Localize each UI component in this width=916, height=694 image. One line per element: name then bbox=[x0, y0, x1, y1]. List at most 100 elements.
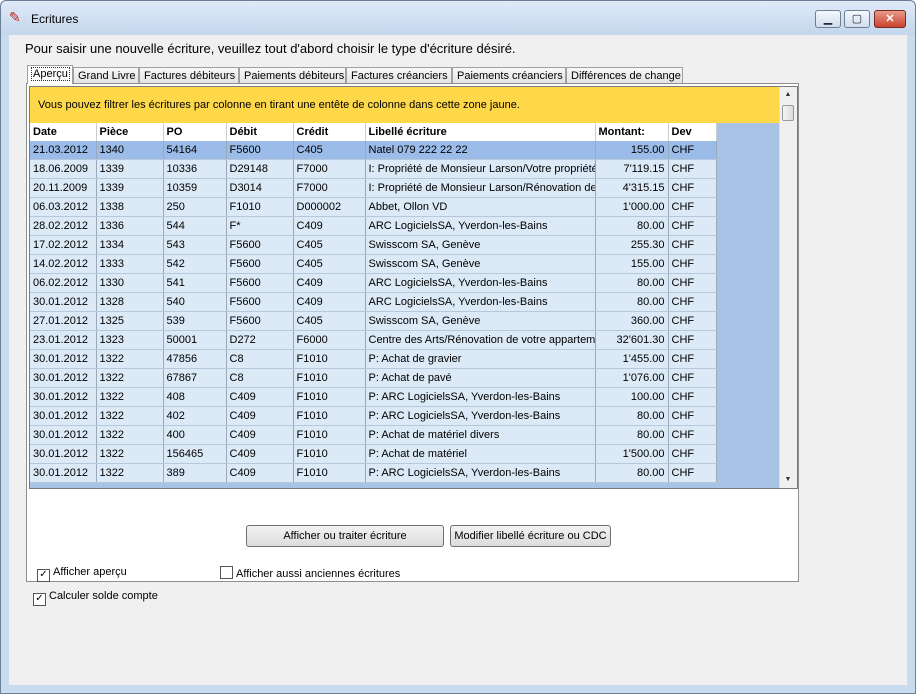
table-row[interactable]: 30.01.2012 1328 540 F5600 C409 ARC LogicielsS… bbox=[30, 292, 717, 312]
checkbox-anciennes-ecritures[interactable]: Afficher aussi anciennes écritures bbox=[220, 566, 400, 580]
column-header-credit[interactable]: Crédit bbox=[293, 123, 366, 141]
header-row: Date Pièce PO Débit Crédit Libellé écrit… bbox=[30, 123, 717, 141]
scroll-down-arrow-icon[interactable]: ▼ bbox=[780, 472, 796, 488]
table-row[interactable]: 27.01.2012 1325 539 F5600 C405 Swisscom SA, G… bbox=[30, 311, 717, 331]
column-header-po[interactable]: PO bbox=[163, 123, 227, 141]
tab-grand-livre[interactable]: Grand Livre bbox=[73, 67, 139, 83]
table-row[interactable]: 23.01.2012 1323 50001 D272 F6000 Centre des A… bbox=[30, 330, 717, 350]
cell-debit: C8 bbox=[226, 368, 294, 388]
cell-piece: 1339 bbox=[96, 159, 164, 179]
table-row[interactable]: 06.03.2012 1338 250 F1010 D000002 Abbet, Ollo… bbox=[30, 197, 717, 217]
cell-po: 402 bbox=[163, 406, 227, 426]
cell-piece: 1322 bbox=[96, 387, 164, 407]
cell-date: 30.01.2012 bbox=[30, 406, 97, 426]
ecritures-window: ✎ Ecritures ▁ ▢ ✕ Pour saisir une nouvel… bbox=[0, 0, 916, 694]
close-button[interactable]: ✕ bbox=[874, 10, 906, 28]
table-row[interactable]: 30.01.2012 1322 156465 C409 F1010 P: Achat de… bbox=[30, 444, 717, 464]
cell-libelle: P: ARC LogicielsSA, Yverdon-les-Bains bbox=[365, 387, 596, 407]
tab-label: Grand Livre bbox=[78, 70, 136, 82]
cell-dev: CHF bbox=[668, 406, 717, 426]
cell-piece: 1325 bbox=[96, 311, 164, 331]
minimize-button[interactable]: ▁ bbox=[815, 10, 841, 28]
column-header-libelle[interactable]: Libellé écriture bbox=[365, 123, 596, 141]
cell-dev: CHF bbox=[668, 235, 717, 255]
column-header-piece[interactable]: Pièce bbox=[96, 123, 164, 141]
checkbox-afficher-apercu[interactable]: ✓ Afficher aperçu bbox=[37, 566, 127, 582]
table-row[interactable]: 30.01.2012 1322 400 C409 F1010 P: Achat de ma… bbox=[30, 425, 717, 445]
tab-paiements-creanciers[interactable]: Paiements créanciers bbox=[452, 67, 566, 83]
column-header-debit[interactable]: Débit bbox=[226, 123, 294, 141]
cell-libelle: Swisscom SA, Genève bbox=[365, 254, 596, 274]
scroll-thumb[interactable] bbox=[782, 105, 794, 121]
cell-piece: 1336 bbox=[96, 216, 164, 236]
vertical-scrollbar[interactable]: ▲ ▼ bbox=[779, 87, 797, 488]
table-row[interactable]: 17.02.2012 1334 543 F5600 C405 Swisscom SA, G… bbox=[30, 235, 717, 255]
modify-label-button[interactable]: Modifier libellé écriture ou CDC bbox=[450, 525, 611, 547]
checkbox-box[interactable]: ✓ bbox=[33, 593, 46, 606]
tab-factures-creanciers[interactable]: Factures créanciers bbox=[346, 67, 452, 83]
checkbox-label: Afficher aussi anciennes écritures bbox=[236, 568, 401, 580]
cell-po: 54164 bbox=[163, 141, 227, 160]
column-header-dev[interactable]: Dev bbox=[668, 123, 717, 141]
tab-label: Différences de change bbox=[571, 70, 681, 82]
tab-differences-change[interactable]: Différences de change bbox=[566, 67, 683, 83]
table-row[interactable]: 30.01.2012 1322 408 C409 F1010 P: ARC Logicie… bbox=[30, 387, 717, 407]
cell-piece: 1322 bbox=[96, 349, 164, 369]
cell-po: 408 bbox=[163, 387, 227, 407]
scroll-up-arrow-icon[interactable]: ▲ bbox=[780, 87, 796, 103]
table-row[interactable]: 21.03.2012 1340 54164 F5600 C405 Natel 079 22… bbox=[30, 141, 717, 160]
checkbox-calculer-solde[interactable]: ✓ Calculer solde compte bbox=[33, 590, 158, 606]
checkbox-box[interactable] bbox=[220, 566, 233, 579]
cell-libelle: ARC LogicielsSA, Yverdon-les-Bains bbox=[365, 292, 596, 312]
cell-debit: F1010 bbox=[226, 197, 294, 217]
column-header-date[interactable]: Date bbox=[30, 123, 97, 141]
group-by-panel[interactable]: Vous pouvez filtrer les écritures par co… bbox=[30, 87, 780, 123]
ecritures-grid[interactable]: Vous pouvez filtrer les écritures par co… bbox=[29, 86, 798, 489]
cell-po: 400 bbox=[163, 425, 227, 445]
tab-apercu[interactable]: Aperçu bbox=[27, 65, 73, 84]
maximize-button[interactable]: ▢ bbox=[844, 10, 870, 28]
cell-debit: F5600 bbox=[226, 254, 294, 274]
cell-dev: CHF bbox=[668, 292, 717, 312]
title-bar[interactable]: ✎ Ecritures ▁ ▢ ✕ bbox=[1, 1, 915, 35]
cell-libelle: P: Achat de matériel bbox=[365, 444, 596, 464]
cell-piece: 1323 bbox=[96, 330, 164, 350]
table-row[interactable]: 28.02.2012 1336 544 F* C409 ARC LogicielsSA, … bbox=[30, 216, 717, 236]
table-row[interactable]: 30.01.2012 1322 47856 C8 F1010 P: Achat de gr… bbox=[30, 349, 717, 369]
table-row[interactable]: 30.01.2012 1322 389 C409 F1010 P: ARC Logicie… bbox=[30, 463, 717, 483]
minimize-icon: ▁ bbox=[823, 13, 833, 25]
cell-debit: C409 bbox=[226, 463, 294, 483]
checkbox-box[interactable]: ✓ bbox=[37, 569, 50, 582]
app-pen-icon: ✎ bbox=[9, 9, 21, 25]
tab-factures-debiteurs[interactable]: Factures débiteurs bbox=[139, 67, 239, 83]
table-row[interactable]: 18.06.2009 1339 10336 D29148 F7000 I: Proprié… bbox=[30, 159, 717, 179]
cell-piece: 1340 bbox=[96, 141, 164, 160]
cell-montant: 1'500.00 bbox=[595, 444, 669, 464]
column-header-montant[interactable]: Montant: bbox=[595, 123, 669, 141]
cell-date: 28.02.2012 bbox=[30, 216, 97, 236]
table-row[interactable]: 30.01.2012 1322 402 C409 F1010 P: ARC Logicie… bbox=[30, 406, 717, 426]
cell-dev: CHF bbox=[668, 197, 717, 217]
table-row[interactable]: 14.02.2012 1333 542 F5600 C405 Swisscom SA, G… bbox=[30, 254, 717, 274]
show-entry-button[interactable]: Afficher ou traiter écriture bbox=[246, 525, 444, 547]
cell-credit: F1010 bbox=[293, 425, 366, 445]
table-row[interactable]: 30.01.2012 1322 67867 C8 F1010 P: Achat de pa… bbox=[30, 368, 717, 388]
cell-montant: 80.00 bbox=[595, 216, 669, 236]
cell-debit: F* bbox=[226, 216, 294, 236]
tab-label: Factures débiteurs bbox=[144, 70, 236, 82]
cell-montant: 255.30 bbox=[595, 235, 669, 255]
cell-date: 27.01.2012 bbox=[30, 311, 97, 331]
cell-libelle: P: ARC LogicielsSA, Yverdon-les-Bains bbox=[365, 463, 596, 483]
cell-credit: F1010 bbox=[293, 444, 366, 464]
cell-dev: CHF bbox=[668, 311, 717, 331]
table-row[interactable]: 06.02.2012 1330 541 F5600 C409 ARC LogicielsS… bbox=[30, 273, 717, 293]
cell-credit: F1010 bbox=[293, 463, 366, 483]
table-row[interactable]: 20.11.2009 1339 10359 D3014 F7000 I: Propriét… bbox=[30, 178, 717, 198]
cell-dev: CHF bbox=[668, 330, 717, 350]
cell-debit: D29148 bbox=[226, 159, 294, 179]
ecritures-table: Date Pièce PO Débit Crédit Libellé écrit… bbox=[30, 123, 717, 483]
tab-paiements-debiteurs[interactable]: Paiements débiteurs bbox=[239, 67, 346, 83]
cell-libelle: I: Propriété de Monsieur Larson/Rénovati… bbox=[365, 178, 596, 198]
cell-montant: 155.00 bbox=[595, 141, 669, 160]
close-icon: ✕ bbox=[885, 13, 895, 25]
